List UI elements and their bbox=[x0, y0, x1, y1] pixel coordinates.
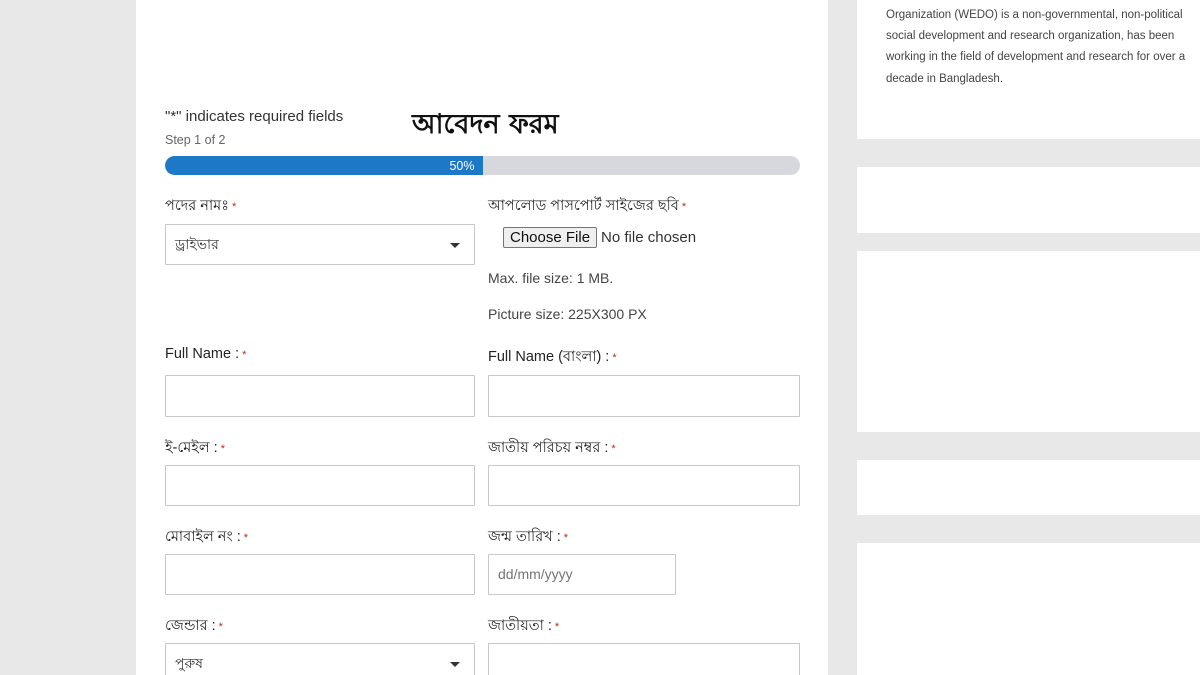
nid-label: জাতীয় পরিচয় নম্বর : * bbox=[488, 437, 616, 461]
mobile-input[interactable] bbox=[165, 554, 475, 595]
picture-size-hint: Picture size: 225X300 PX bbox=[488, 306, 647, 322]
required-star: * bbox=[243, 532, 249, 544]
required-fields-note: "*" indicates required fields bbox=[165, 108, 344, 125]
post-name-select[interactable]: ড্রাইভার bbox=[165, 224, 475, 265]
file-size-hint: Max. file size: 1 MB. bbox=[488, 270, 614, 286]
progress-fill: 50% bbox=[165, 156, 483, 175]
full-name-bn-input[interactable] bbox=[488, 375, 800, 417]
step-indicator: Step 1 of 2 bbox=[165, 133, 226, 147]
full-name-label-text: Full Name : bbox=[165, 346, 240, 362]
required-star: * bbox=[554, 621, 560, 633]
full-name-bn-label: Full Name (বাংলা) : * bbox=[488, 346, 617, 370]
progress-label: 50% bbox=[449, 158, 475, 173]
full-name-bn-label-text: Full Name (বাংলা) : bbox=[488, 349, 610, 365]
dob-placeholder: dd/mm/yyyy bbox=[498, 566, 573, 582]
form-title: আবেদন ফরম bbox=[412, 109, 559, 140]
nationality-label-text: জাতীয়তা : bbox=[488, 618, 552, 634]
email-input[interactable] bbox=[165, 465, 475, 506]
full-name-input[interactable] bbox=[165, 375, 475, 417]
dob-label-text: জন্ম তারিখ : bbox=[488, 529, 561, 545]
photo-upload-label: আপলোড পাসপোর্ট সাইজের ছবি * bbox=[488, 195, 686, 219]
chevron-down-icon bbox=[450, 661, 460, 667]
required-star: * bbox=[231, 201, 237, 213]
gender-label-text: জেন্ডার : bbox=[165, 618, 216, 634]
gender-select[interactable]: পুরুষ bbox=[165, 643, 475, 675]
required-star: * bbox=[242, 349, 247, 361]
required-star: * bbox=[611, 443, 616, 455]
required-star: * bbox=[220, 443, 225, 455]
sidebar-block bbox=[857, 460, 1200, 515]
nid-label-text: জাতীয় পরিচয় নম্বর : bbox=[488, 440, 609, 456]
email-label-text: ই-মেইল : bbox=[165, 440, 218, 456]
post-name-selected-value: ড্রাইভার bbox=[175, 235, 219, 252]
required-star: * bbox=[218, 621, 223, 633]
dob-label: জন্ম তারিখ : * bbox=[488, 526, 568, 550]
required-star: * bbox=[612, 352, 617, 364]
sidebar-block bbox=[857, 167, 1200, 233]
mobile-label-text: মোবাইল নং : bbox=[165, 529, 241, 545]
sidebar-block bbox=[857, 251, 1200, 432]
sidebar-about-block: Organization (WEDO) is a non-governmenta… bbox=[857, 0, 1200, 139]
email-label: ই-মেইল : * bbox=[165, 437, 225, 461]
chevron-down-icon bbox=[450, 242, 460, 248]
post-name-label-text: পদের নামঃ bbox=[165, 198, 229, 214]
photo-upload-input: Choose File No file chosen bbox=[503, 227, 696, 248]
dob-input[interactable]: dd/mm/yyyy bbox=[488, 554, 676, 595]
page: Organization (WEDO) is a non-governmenta… bbox=[0, 0, 1200, 675]
sidebar-about-text: Organization (WEDO) is a non-governmenta… bbox=[886, 9, 1186, 85]
photo-upload-label-text: আপলোড পাসপোর্ট সাইজের ছবি bbox=[488, 198, 679, 214]
nationality-input[interactable] bbox=[488, 643, 800, 675]
choose-file-button[interactable]: Choose File bbox=[503, 227, 598, 248]
required-star: * bbox=[563, 532, 569, 544]
mobile-label: মোবাইল নং : * bbox=[165, 526, 248, 550]
sidebar-block bbox=[857, 543, 1200, 675]
progress-bar: 50% bbox=[165, 156, 800, 175]
full-name-label: Full Name : * bbox=[165, 346, 246, 362]
file-status: No file chosen bbox=[601, 229, 697, 246]
post-name-label: পদের নামঃ * bbox=[165, 195, 236, 219]
nid-input[interactable] bbox=[488, 465, 800, 506]
nationality-label: জাতীয়তা : * bbox=[488, 615, 559, 639]
gender-selected-value: পুরুষ bbox=[175, 654, 203, 671]
required-star: * bbox=[681, 201, 687, 213]
gender-label: জেন্ডার : * bbox=[165, 615, 223, 639]
